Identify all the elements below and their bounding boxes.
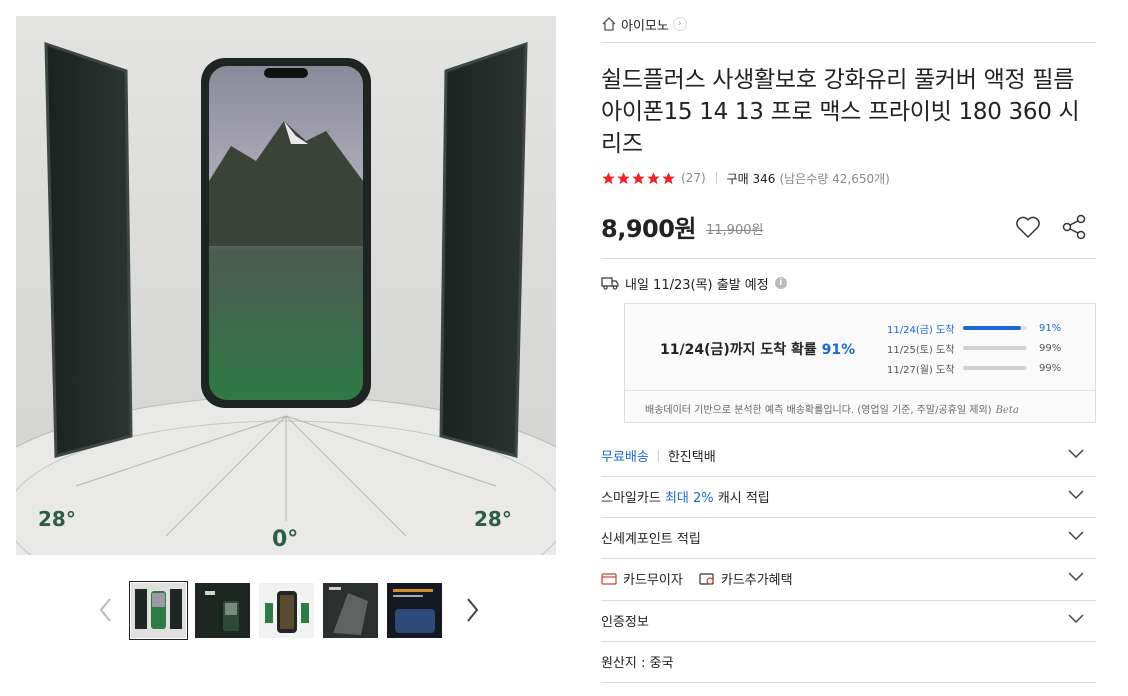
price-row: 8,900원 11,900원 — [601, 208, 1096, 244]
shop-link[interactable]: 아이모노 › — [601, 13, 687, 35]
truck-icon — [601, 276, 625, 290]
probability-value: 99% — [1039, 362, 1062, 374]
probability-headline-text: 11/24(금)까지 도착 확률 — [660, 342, 817, 358]
probability-bar — [963, 346, 1027, 350]
card-gift-icon — [699, 572, 714, 585]
home-icon — [601, 16, 617, 32]
angle-label-center: 0° — [272, 527, 298, 552]
arrival-probability-box: 11/24(금)까지 도착 확률 91% 11/24(금) 도착 91% 11/… — [624, 303, 1096, 423]
chevron-down-icon — [1068, 449, 1084, 459]
certification-row[interactable]: 인증정보 — [601, 600, 1096, 641]
probability-value: 91% — [1039, 322, 1062, 334]
angle-label-right: 28° — [474, 507, 512, 531]
divider — [601, 682, 1096, 683]
probability-bar — [963, 326, 1027, 330]
chevron-down-icon — [1068, 490, 1084, 500]
chevron-down-icon — [1068, 531, 1084, 541]
smile-card-label: 스마일카드 — [601, 491, 661, 506]
probability-row: 11/24(금) 도착 91% — [887, 318, 1087, 338]
probability-bar-fill — [963, 326, 1022, 330]
divider — [715, 172, 717, 184]
thumbnail-4[interactable] — [323, 583, 378, 638]
purchase-count: 구매 346 — [726, 171, 776, 186]
shinsegae-point-label: 신세계포인트 적립 — [601, 532, 701, 547]
star-icon — [662, 171, 675, 184]
angle-label-left: 28° — [38, 507, 76, 531]
footnote-text: 배송데이터 기반으로 분석한 예측 배송확률입니다. (영업일 기준, 주말/공… — [645, 405, 992, 416]
beta-label: Beta — [995, 405, 1019, 416]
chevron-down-icon — [1068, 572, 1084, 582]
thumbnail-5[interactable] — [387, 583, 442, 638]
probability-date: 11/25(토) 도착 — [887, 344, 955, 356]
smile-card-row[interactable]: 스마일카드 최대 2% 캐시 적립 — [601, 476, 1096, 517]
share-icon[interactable] — [1059, 212, 1089, 242]
probability-list: 11/24(금) 도착 91% 11/25(토) 도착 99% 11/27(월)… — [887, 318, 1087, 378]
departure-text: 내일 11/23(목) 출발 예정 — [625, 277, 769, 293]
card-extra-group: 카드추가혜택 — [699, 569, 793, 588]
thumbnail-strip — [16, 580, 556, 640]
thumbnail-1[interactable] — [129, 581, 188, 640]
thumb-prev-arrow-icon[interactable] — [96, 596, 116, 624]
origin-row: 원산지 : 중국 — [601, 641, 1096, 682]
divider — [657, 449, 659, 462]
probability-bar-fill — [963, 366, 1027, 370]
original-price: 11,900원 — [706, 222, 764, 238]
probability-date: 11/27(월) 도착 — [887, 364, 955, 376]
probability-row: 11/27(월) 도착 99% — [887, 358, 1087, 378]
wishlist-heart-icon[interactable] — [1013, 212, 1043, 242]
shipping-departure: 내일 11/23(목) 출발 예정 i — [601, 273, 787, 293]
star-icon — [602, 171, 615, 184]
card-interest-group: 카드무이자 — [601, 569, 683, 588]
sale-price: 8,900원 — [601, 214, 697, 243]
info-icon[interactable]: i — [774, 277, 787, 289]
free-shipping-label: 무료배송 — [601, 450, 649, 465]
card-icon — [601, 572, 617, 585]
shipping-option-row[interactable]: 무료배송 한진택배 — [601, 435, 1096, 476]
thumbnail-2[interactable] — [195, 583, 250, 638]
divider — [601, 258, 1096, 259]
card-benefit-label: 카드추가혜택 — [720, 573, 793, 588]
star-icon — [617, 171, 630, 184]
card-benefit-row[interactable]: 카드무이자 카드추가혜택 — [601, 558, 1096, 599]
probability-headline-value: 91% — [821, 342, 856, 358]
shinsegae-point-row[interactable]: 신세계포인트 적립 — [601, 517, 1096, 558]
probability-footnote: 배송데이터 기반으로 분석한 예측 배송확률입니다. (영업일 기준, 주말/공… — [625, 390, 1095, 423]
probability-bar-fill — [963, 346, 1027, 350]
probability-row: 11/25(토) 도착 99% — [887, 338, 1087, 358]
certification-label: 인증정보 — [601, 615, 649, 630]
probability-headline: 11/24(금)까지 도착 확률 91% — [660, 339, 855, 359]
courier-label: 한진택배 — [667, 450, 716, 465]
rating-row: (27) 구매 346 (남은수량 42,650개) — [601, 169, 890, 187]
product-title: 쉴드플러스 사생활보호 강화유리 풀커버 액정 필름 아이폰15 14 13 프… — [601, 67, 1080, 157]
star-icon — [647, 171, 660, 184]
thumbnail-3[interactable] — [259, 583, 314, 638]
main-product-image[interactable]: 28° 0° 28° — [16, 16, 556, 555]
probability-bar — [963, 366, 1027, 370]
divider — [601, 42, 1096, 43]
card-interest-label: 카드무이자 — [623, 573, 683, 588]
star-rating[interactable] — [601, 171, 676, 186]
thumb-next-arrow-icon[interactable] — [462, 596, 482, 624]
smile-card-rate: 최대 2% — [664, 491, 714, 506]
review-count[interactable]: (27) — [681, 171, 706, 185]
remaining-stock: (남은수량 42,650개) — [779, 171, 890, 186]
chevron-right-icon: › — [672, 17, 687, 31]
chevron-down-icon — [1068, 614, 1084, 624]
shop-name: 아이모노 — [621, 18, 669, 34]
origin-label: 원산지 : 중국 — [601, 656, 674, 671]
star-icon — [632, 171, 645, 184]
smile-card-suffix: 캐시 적립 — [717, 491, 770, 506]
probability-value: 99% — [1039, 342, 1062, 354]
probability-date: 11/24(금) 도착 — [887, 324, 955, 336]
